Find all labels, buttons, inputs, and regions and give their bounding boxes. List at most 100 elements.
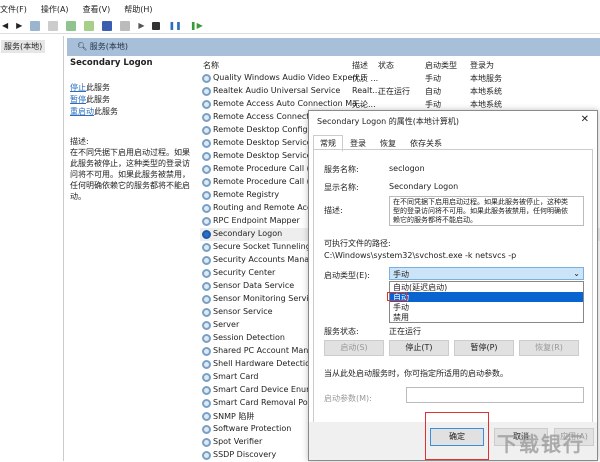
row-name: RPC Endpoint Mapper	[213, 216, 300, 225]
path-value: C:\Windows\system32\svchost.exe -k netsv…	[324, 251, 517, 260]
service-gear-icon	[202, 74, 211, 83]
service-gear-icon	[202, 269, 211, 278]
row-name: Sensor Monitoring Service	[213, 294, 318, 303]
close-icon[interactable]: ✕	[581, 114, 589, 125]
toolbar: ◀ ▶ ▶ ❚❚ ❚▶	[0, 18, 600, 34]
stop-link[interactable]: 停止	[70, 83, 86, 92]
console-tree-icon[interactable]	[30, 20, 41, 31]
row-name: SNMP 陷阱	[213, 412, 255, 421]
description-box[interactable]: 在不同凭据下启用启动过程。如果此服务被停止，这种类型的登录访问将不可用。如果此服…	[389, 196, 584, 226]
details-panel: Secondary Logon 停止此服务 暂停此服务 重启动此服务 描述: 在不…	[70, 58, 195, 202]
pause-icon[interactable]: ❚❚	[168, 21, 181, 30]
tree-item-services-local[interactable]: 服务(本地)	[1, 40, 46, 53]
service-gear-icon	[202, 113, 211, 122]
service-description: 在不同凭据下启用启动过程。如果此服务被停止，这种类型的登录访问将不可用。如果此服…	[70, 148, 190, 201]
menu-file[interactable]: 文件(F)	[0, 4, 27, 16]
option-manual[interactable]: 手动	[390, 302, 583, 312]
service-gear-icon	[202, 308, 211, 317]
start-icon[interactable]: ▶	[138, 21, 144, 30]
row-desc: 优质 ...	[352, 74, 379, 83]
row-startup: 自动	[425, 87, 441, 96]
service-gear-icon	[202, 321, 211, 330]
link-suffix: 此服务	[86, 95, 110, 104]
path-label: 可执行文件的路径:	[324, 239, 391, 248]
col-startup[interactable]: 启动类型	[425, 60, 457, 71]
help-icon[interactable]	[102, 20, 113, 31]
params-hint: 当从此处启动服务时，你可指定所适用的启动参数。	[324, 369, 508, 378]
startup-type-select[interactable]: 手动 ⌄	[389, 267, 584, 280]
col-status[interactable]: 状态	[378, 60, 394, 71]
service-gear-icon	[202, 282, 211, 291]
service-gear-icon	[202, 360, 211, 369]
properties-icon[interactable]	[48, 20, 59, 31]
service-gear-icon	[202, 139, 211, 148]
export-icon[interactable]	[84, 20, 95, 31]
service-name-label: 服务名称:	[324, 165, 359, 174]
service-gear-icon	[202, 217, 211, 226]
params-input[interactable]	[406, 387, 584, 403]
row-logon: 本地系统	[470, 87, 502, 96]
restart-link[interactable]: 重启动	[70, 107, 94, 116]
option-auto[interactable]: 自动	[387, 292, 583, 302]
menu-action[interactable]: 操作(A)	[41, 4, 69, 16]
forward-icon[interactable]: ▶	[16, 21, 22, 30]
service-gear-icon	[202, 334, 211, 343]
table-row[interactable]: Quality Windows Audio Video Experi... 优质 …	[200, 72, 600, 85]
selected-service-title: Secondary Logon	[70, 58, 153, 68]
service-gear-icon	[202, 347, 211, 356]
row-logon: 本地系统	[470, 100, 502, 109]
row-name: Secure Socket Tunneling Pr	[213, 242, 322, 251]
row-name: Sensor Data Service	[213, 281, 295, 290]
service-status-value: 正在运行	[389, 327, 421, 336]
row-name: Smart Card Removal Policy	[213, 398, 322, 407]
back-icon[interactable]: ◀	[2, 21, 8, 30]
pause-button[interactable]: 暂停(P)	[454, 340, 514, 356]
row-status: 正在运行	[378, 87, 410, 96]
service-gear-icon	[202, 126, 211, 135]
col-logon[interactable]: 登录为	[470, 60, 494, 71]
service-gear-icon	[202, 399, 211, 408]
start-button[interactable]: 启动(S)	[324, 340, 384, 356]
header-title: 服务(本地)	[89, 42, 128, 51]
service-gear-icon	[202, 451, 211, 460]
service-gear-icon	[202, 373, 211, 382]
service-gear-icon	[202, 438, 211, 447]
restart-icon[interactable]: ❚▶	[190, 21, 203, 30]
service-gear-icon	[202, 100, 211, 109]
row-logon: 本地服务	[470, 74, 502, 83]
desc-label: 描述:	[70, 137, 89, 146]
col-name[interactable]: 名称	[203, 60, 219, 71]
display-name-value: Secondary Logon	[389, 182, 459, 191]
column-headers: 名称 描述 状态 启动类型 登录为	[200, 58, 600, 72]
refresh-icon[interactable]	[66, 20, 77, 31]
row-name: Spot Verifier	[213, 437, 263, 446]
service-gear-icon	[202, 191, 211, 200]
row-name: Remote Registry	[213, 190, 280, 199]
resume-button[interactable]: 恢复(R)	[519, 340, 579, 356]
service-gear-icon	[202, 178, 211, 187]
stop-button[interactable]: 停止(T)	[389, 340, 449, 356]
option-disabled[interactable]: 禁用	[390, 312, 583, 322]
row-name: Security Center	[213, 268, 276, 277]
menu-help[interactable]: 帮助(H)	[124, 4, 152, 16]
menu-bar: 文件(F) 操作(A) 查看(V) 帮助(H)	[0, 4, 153, 16]
startup-type-dropdown: 自动(延迟启动) 自动 手动 禁用	[387, 281, 584, 323]
service-gear-icon	[202, 425, 211, 434]
service-gear-icon	[202, 243, 211, 252]
row-desc: Realt...	[352, 86, 381, 95]
view-icon[interactable]	[120, 20, 131, 31]
row-name: Remote Access Auto Connection Ma...	[213, 99, 365, 108]
menu-view[interactable]: 查看(V)	[83, 4, 111, 16]
table-row[interactable]: Realtek Audio Universal Service Realt... 正…	[200, 85, 600, 98]
row-name: Shell Hardware Detection	[213, 359, 316, 368]
startup-type-label: 启动类型(E):	[324, 271, 370, 280]
pause-link[interactable]: 暂停	[70, 95, 86, 104]
row-name: Server	[213, 320, 240, 329]
col-desc[interactable]: 描述	[352, 60, 368, 71]
service-gear-icon	[202, 386, 211, 395]
option-auto-delayed[interactable]: 自动(延迟启动)	[390, 282, 583, 292]
stop-icon[interactable]	[152, 21, 161, 30]
service-gear-icon	[202, 256, 211, 265]
console-tree: 服务(本地)	[0, 36, 64, 461]
row-name: Sensor Service	[213, 307, 273, 316]
